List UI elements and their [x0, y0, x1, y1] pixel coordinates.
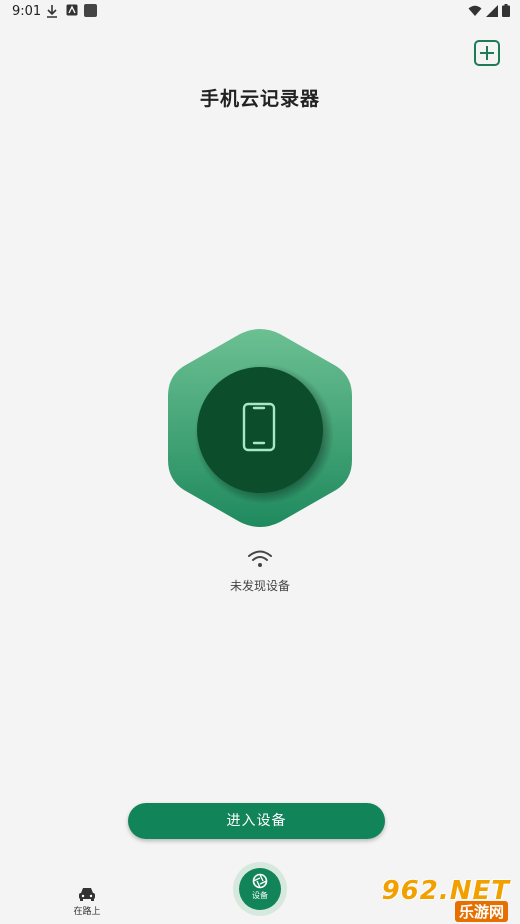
page-title: 手机云记录器	[199, 88, 320, 110]
watermark-site-name: 乐游网	[454, 901, 508, 922]
nav-item-road-label: 在路上	[73, 907, 101, 917]
nav-item-device-label: 设备	[252, 891, 268, 900]
signal-icon	[486, 4, 498, 21]
square-notification-icon	[84, 4, 97, 21]
aperture-icon	[252, 873, 268, 889]
car-icon	[79, 888, 95, 901]
connection-status: 未发现设备	[229, 579, 290, 593]
nav-item-device[interactable]: 设备	[233, 862, 287, 916]
battery-icon	[502, 4, 510, 21]
wifi-icon	[247, 548, 273, 570]
download-icon	[46, 4, 58, 22]
plus-square-icon	[480, 46, 494, 60]
status-time: 9:01	[12, 4, 42, 19]
add-device-button[interactable]	[474, 40, 500, 66]
wifi-status-icon	[468, 5, 482, 21]
watermark: 962.NET 乐游网	[380, 876, 520, 924]
nav-item-on-the-road[interactable]: 在路上	[60, 886, 114, 917]
enter-device-button[interactable]: 进入设备	[128, 803, 385, 839]
device-circle	[197, 367, 323, 493]
device-panel[interactable]	[168, 328, 352, 528]
app-notification-icon	[66, 4, 78, 20]
status-bar: 9:01	[0, 0, 520, 24]
